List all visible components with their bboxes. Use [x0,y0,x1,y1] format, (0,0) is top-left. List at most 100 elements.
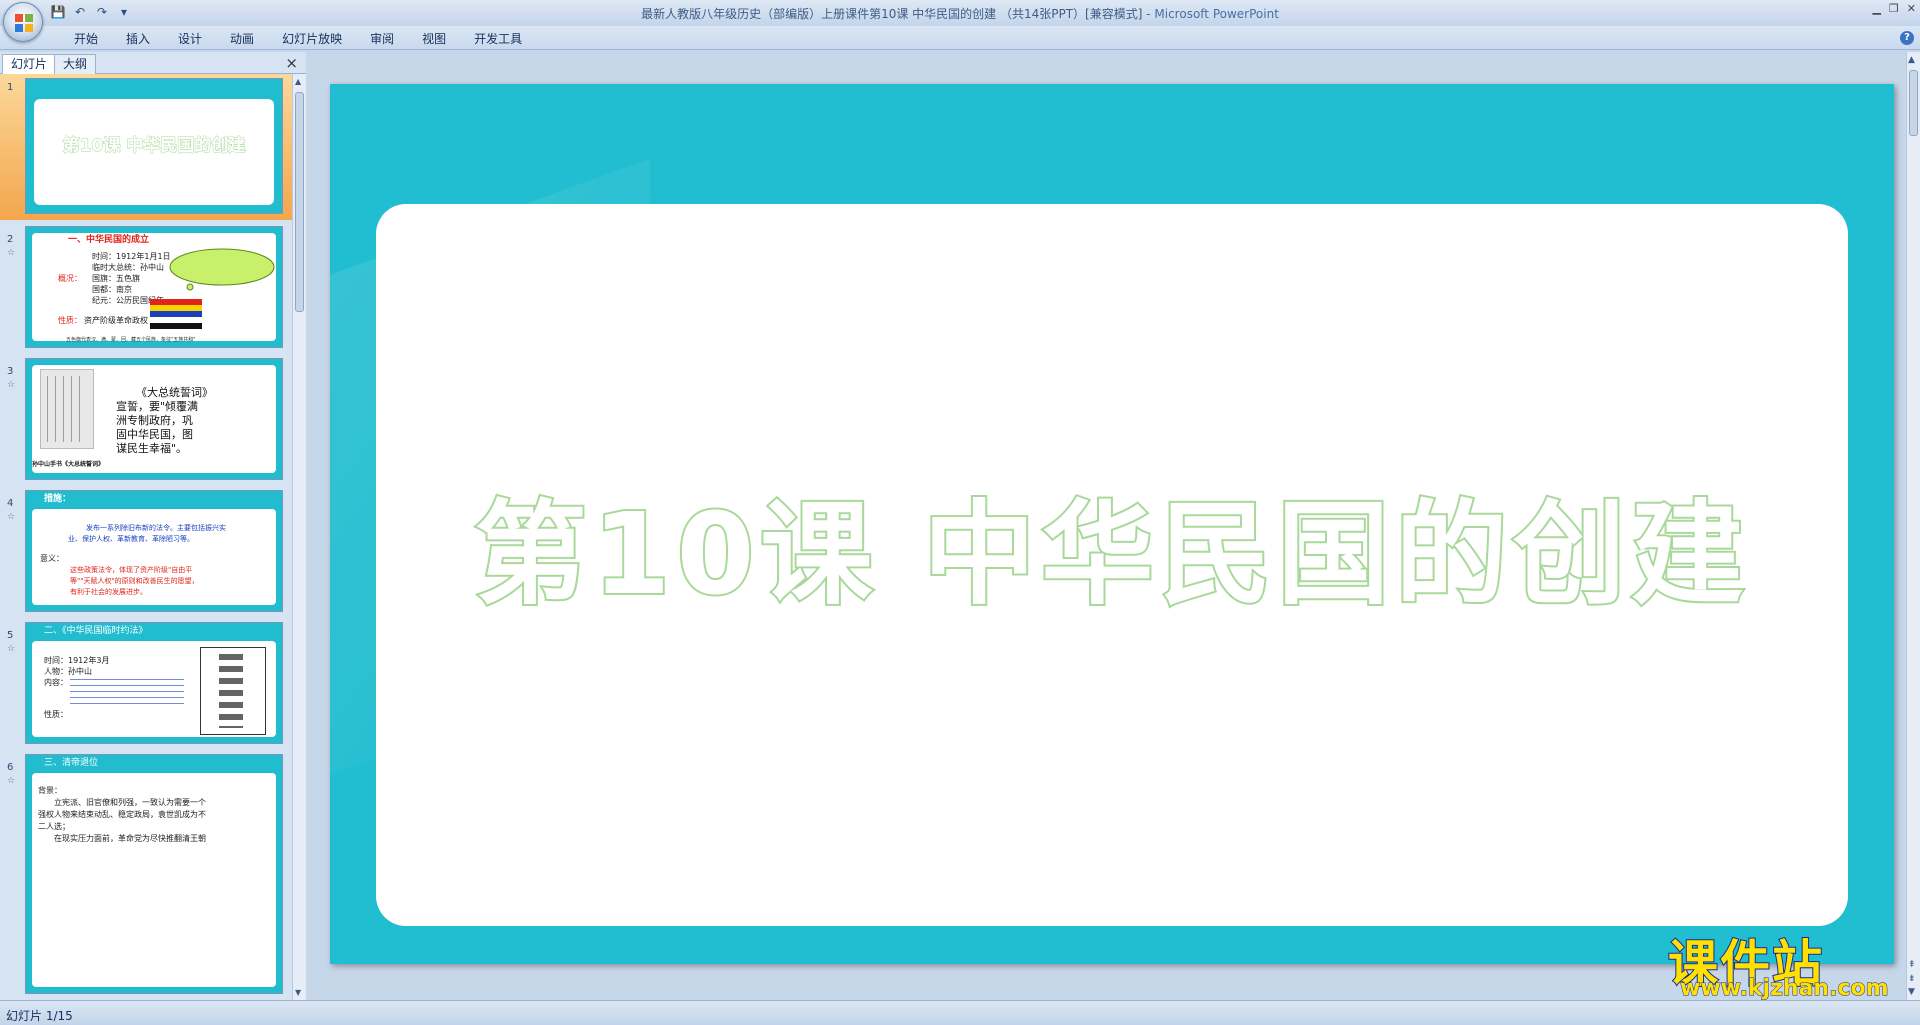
slide-thumbnail-4[interactable]: 措施： 发布一系列除旧布新的法令。主要包括振兴实 业、保护人权、革新教育、革除陋… [25,490,283,612]
thumbnail-line: 等""天赋人权"的原则和改善民生的愿望， [70,577,199,585]
thumbnail-row-3[interactable]: 3 ☆ 孙中山手书《大总统誓词》 《大总统誓词》 宣誓，要"倾覆满 洲专制政府，… [0,358,292,484]
document-title: 最新人教版八年级历史（部编版）上册课件第10课 中华民国的创建 （共14张PPT… [641,7,1143,21]
thumbnail-row-4[interactable]: 4 ☆ 措施： 发布一系列除旧布新的法令。主要包括振兴实 业、保护人权、革新教育… [0,490,292,616]
slide-thumbnail-3[interactable]: 孙中山手书《大总统誓词》 《大总统誓词》 宣誓，要"倾覆满 洲专制政府，巩 固中… [25,358,283,480]
five-color-flag [150,299,202,329]
slide-thumbnail-6[interactable]: 三、清帝退位 背景： 立宪派、旧官僚和列强，一致认为需要一个 强权人物来结束动乱… [25,754,283,994]
watermark-url: www.kjzhan.com [1680,976,1890,1002]
slide-thumbnail-1[interactable]: 第10课 中华民国的创建 [25,78,283,214]
tab-developer[interactable]: 开发工具 [460,30,536,48]
thumbnail-line: 人物：孙中山 [44,667,92,676]
tab-design[interactable]: 设计 [164,30,216,48]
thumbnail-number: 3 [7,366,14,377]
thumbnail-line: 这些政策法令，体现了资产阶级"自由平 [70,566,193,574]
close-icon[interactable]: ✕ [1907,2,1916,15]
scroll-up-icon[interactable]: ▲ [295,77,301,86]
tab-view[interactable]: 视图 [408,30,460,48]
thumbnail-line: 宣誓，要"倾覆满 [116,400,199,413]
close-icon[interactable]: × [285,54,298,72]
thumbnail-line: 资产阶级革命政权 [84,316,148,325]
slide-counter: 幻灯片 1/15 [6,1009,73,1023]
previous-slide-icon[interactable]: ⇞ [1908,960,1916,970]
thumbnail-line: 立宪派、旧官僚和列强，一致认为需要一个 [54,798,206,807]
animation-star-icon: ☆ [7,248,16,258]
thumbnail-list: 1 第10课 中华民国的创建 2 ☆ 一、中华民国的成立 概况： 时间：1912… [0,74,292,1000]
scroll-down-icon[interactable]: ▼ [295,988,301,997]
thumbnail-line: 洲专制政府，巩 [116,414,193,427]
thumbnail-footer: 五色旗代表汉、满、蒙、回、藏五个民族，象征"五族共和" [66,337,196,343]
thumbnail-number: 6 [7,762,14,773]
status-bar: 幻灯片 1/15 [0,1000,1920,1025]
animation-star-icon: ☆ [7,644,16,654]
thumbnail-row-1[interactable]: 1 第10课 中华民国的创建 [0,74,292,220]
thumbnail-scrollbar[interactable]: ▲ ▼ [292,74,306,1000]
thumbnail-line: 时间：1912年1月1日 [92,252,171,261]
tab-slides[interactable]: 幻灯片 [2,54,57,74]
thumbnail-row-2[interactable]: 2 ☆ 一、中华民国的成立 概况： 时间：1912年1月1日 临时大总统：孙中山… [0,226,292,352]
office-logo-icon [15,14,33,32]
slide-scrollbar[interactable]: ▲ ⇞ ⇟ ▼ [1906,52,1920,1000]
thumbnail-label: 意义： [40,554,64,563]
thumbnail-line: 内容： [44,678,68,687]
current-slide[interactable]: 第10课 中华民国的创建 [330,84,1894,964]
thumbnail-line: 时间：1912年3月 [44,656,110,665]
window-title: 最新人教版八年级历史（部编版）上册课件第10课 中华民国的创建 （共14张PPT… [0,5,1920,22]
thumbnail-number: 5 [7,630,14,641]
thumbnail-line: 有利于社会的发展进步。 [70,588,147,596]
thumbnail-heading: 措施： [44,494,72,504]
thumbnail-line: 强权人物来结束动乱、稳定政局，袁世凯成为不 [38,810,206,819]
slide-thumbnail-5[interactable]: 二、《中华民国临时约法》 时间：1912年3月 人物：孙中山 内容： 性质： [25,622,283,744]
thumbnail-line: 业、保护人权、革新教育、革除陋习等。 [68,535,194,543]
window-controls: ▁ ❐ ✕ [1872,2,1916,15]
thumbnail-line: 背景： [38,786,62,795]
scrollbar-thumb[interactable] [295,92,304,312]
scroll-up-icon[interactable]: ▲ [1908,55,1915,65]
ribbon: 开始 插入 设计 动画 幻灯片放映 审阅 视图 开发工具 ? [0,26,1920,50]
slide-workspace: 第10课 中华民国的创建 [310,52,1906,1000]
thumbnail-number: 4 [7,498,14,509]
help-icon[interactable]: ? [1900,31,1914,45]
thumbnail-heading: 三、清帝退位 [44,758,99,768]
thumbnail-line: 在现实压力面前，革命党为尽快推翻清王朝 [54,834,206,843]
thumbnail-line: 发布一系列除旧布新的法令。主要包括振兴实 [86,524,226,532]
slide-title[interactable]: 第10课 中华民国的创建 [330,464,1894,626]
thumbnail-number: 2 [7,234,14,245]
thumbnail-line: 国旗：五色旗 [92,274,140,283]
thumbnail-line: 二人选； [38,822,70,831]
tab-review[interactable]: 审阅 [356,30,408,48]
animation-star-icon: ☆ [7,380,16,390]
thumbnail-line: 性质： [44,710,68,719]
office-button[interactable] [3,2,43,42]
tab-home[interactable]: 开始 [60,30,112,48]
thumbnail-line: 谋民生幸福"。 [116,442,188,455]
thumbnail-heading: 二、《中华民国临时约法》 [44,626,148,636]
thought-cloud-icon [169,248,275,291]
scrollbar-thumb[interactable] [1909,70,1918,136]
tab-insert[interactable]: 插入 [112,30,164,48]
thumbnail-heading: 一、中华民国的成立 [68,235,150,245]
title-bar: 💾 ↶ ↷ ▾ 最新人教版八年级历史（部编版）上册课件第10课 中华民国的创建 … [0,0,1920,26]
thumbnail-line: 《大总统誓词》 [136,386,213,399]
next-slide-icon[interactable]: ⇟ [1908,974,1916,984]
thumbnail-line: 临时大总统：孙中山 [92,263,164,272]
constitution-image [200,647,266,735]
minimize-icon[interactable]: ▁ [1872,2,1880,15]
calligraphy-image [40,369,94,449]
thumbnail-label: 概况： [58,274,82,283]
thumbnail-row-5[interactable]: 5 ☆ 二、《中华民国临时约法》 时间：1912年3月 人物：孙中山 内容： 性… [0,622,292,748]
animation-star-icon: ☆ [7,776,16,786]
slide-thumbnail-2[interactable]: 一、中华民国的成立 概况： 时间：1912年1月1日 临时大总统：孙中山 国旗：… [25,226,283,348]
pane-tabs: 幻灯片 大纲 × [0,52,306,74]
tab-animations[interactable]: 动画 [216,30,268,48]
ribbon-tabs: 开始 插入 设计 动画 幻灯片放映 审阅 视图 开发工具 [60,30,536,48]
scroll-down-icon[interactable]: ▼ [1908,987,1915,997]
app-name: - Microsoft PowerPoint [1146,7,1279,21]
animation-star-icon: ☆ [7,512,16,522]
thumbnail-number: 1 [7,82,14,93]
thumbnail-caption: 孙中山手书《大总统誓词》 [32,461,105,468]
slides-pane: 幻灯片 大纲 × 1 第10课 中华民国的创建 2 ☆ 一、中华民国的成立 概况… [0,52,306,1000]
tab-outline[interactable]: 大纲 [54,54,97,74]
restore-icon[interactable]: ❐ [1889,2,1899,15]
thumbnail-row-6[interactable]: 6 ☆ 三、清帝退位 背景： 立宪派、旧官僚和列强，一致认为需要一个 强权人物来… [0,754,292,1000]
tab-slideshow[interactable]: 幻灯片放映 [268,30,356,48]
